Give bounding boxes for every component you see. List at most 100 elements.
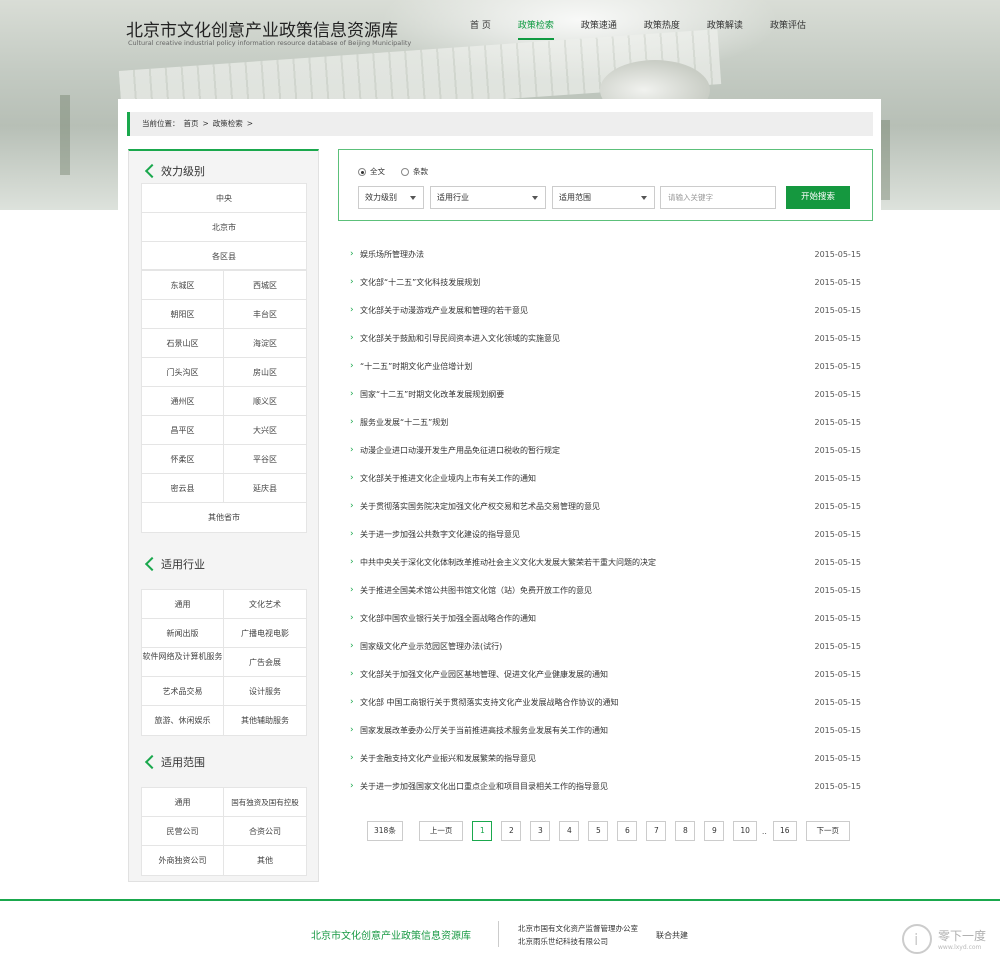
keyword-input[interactable]: 请输入关键字 bbox=[660, 186, 776, 209]
list-item[interactable]: › 文化部 中国工商银行关于贯彻落实支持文化产业发展战略合作协议的通知 2015-0… bbox=[350, 688, 861, 716]
district-item[interactable]: 丰台区 bbox=[224, 300, 306, 329]
site-title[interactable]: 北京市文化创意产业政策信息资源库 bbox=[126, 16, 398, 41]
district-item[interactable]: 海淀区 bbox=[224, 329, 306, 358]
article-title[interactable]: 文化部关于推进文化企业境内上市有关工作的通知 bbox=[360, 473, 801, 484]
list-item[interactable]: › 国家级文化产业示范园区管理办法(试行) 2015-05-15 bbox=[350, 632, 861, 660]
next-page-button[interactable]: 下一页 bbox=[805, 821, 851, 841]
page-button[interactable]: 3 bbox=[530, 821, 551, 841]
list-item[interactable]: › 国家发展改革委办公厅关于当前推进高技术服务业发展有关工作的通知 2015-05-… bbox=[350, 716, 861, 744]
article-title[interactable]: 中共中央关于深化文化体制改革推动社会主义文化大发展大繁荣若干重大问题的决定 bbox=[360, 557, 801, 568]
breadcrumb-current[interactable]: 政策检索 bbox=[213, 119, 243, 128]
prev-page-button[interactable]: 上一页 bbox=[418, 821, 464, 841]
district-item[interactable]: 密云县 bbox=[142, 474, 224, 503]
level-beijing[interactable]: 北京市 bbox=[142, 213, 306, 242]
page-button[interactable]: 2 bbox=[501, 821, 522, 841]
article-title[interactable]: 关于推进全国美术馆公共图书馆文化馆（站）免费开放工作的意见 bbox=[360, 585, 801, 596]
industry-item[interactable]: 旅游、休闲娱乐 bbox=[142, 706, 224, 735]
article-title[interactable]: 文化部 中国工商银行关于贯彻落实支持文化产业发展战略合作协议的通知 bbox=[360, 697, 801, 708]
search-button[interactable]: 开始搜索 bbox=[786, 186, 850, 209]
nav-policy-heat[interactable]: 政策热度 bbox=[644, 18, 680, 40]
industry-item[interactable]: 设计服务 bbox=[224, 677, 306, 706]
select-industry[interactable]: 适用行业 bbox=[430, 186, 546, 209]
industry-item[interactable]: 文化艺术 bbox=[224, 590, 306, 619]
list-item[interactable]: › 文化部“十二五”文化科技发展规划 2015-05-15 bbox=[350, 268, 861, 296]
list-item[interactable]: › 关于进一步加强国家文化出口重点企业和项目目录相关工作的指导意见 2015-05-… bbox=[350, 772, 861, 800]
article-title[interactable]: 文化部中国农业银行关于加强全面战略合作的通知 bbox=[360, 613, 801, 624]
list-item[interactable]: › 文化部关于推进文化企业境内上市有关工作的通知 2015-05-15 bbox=[350, 464, 861, 492]
district-item[interactable]: 怀柔区 bbox=[142, 445, 224, 474]
list-item[interactable]: › 动漫企业进口动漫开发生产用品免征进口税收的暂行规定 2015-05-15 bbox=[350, 436, 861, 464]
list-item[interactable]: › 关于推进全国美术馆公共图书馆文化馆（站）免费开放工作的意见 2015-05-15 bbox=[350, 576, 861, 604]
article-title[interactable]: 关于贯彻落实国务院决定加强文化产权交易和艺术品交易管理的意见 bbox=[360, 501, 801, 512]
list-item[interactable]: › 文化部中国农业银行关于加强全面战略合作的通知 2015-05-15 bbox=[350, 604, 861, 632]
list-item[interactable]: › 关于金融支持文化产业振兴和发展繁荣的指导意见 2015-05-15 bbox=[350, 744, 861, 772]
select-scope[interactable]: 适用范围 bbox=[552, 186, 655, 209]
industry-item[interactable]: 艺术品交易 bbox=[142, 677, 224, 706]
list-item[interactable]: › 服务业发展“十二五”规划 2015-05-15 bbox=[350, 408, 861, 436]
nav-policy-express[interactable]: 政策速通 bbox=[581, 18, 617, 40]
article-title[interactable]: 国家发展改革委办公厅关于当前推进高技术服务业发展有关工作的通知 bbox=[360, 725, 801, 736]
list-item[interactable]: › 关于贯彻落实国务院决定加强文化产权交易和艺术品交易管理的意见 2015-05-1… bbox=[350, 492, 861, 520]
level-districts[interactable]: 各区县 bbox=[142, 242, 306, 271]
article-title[interactable]: 国家“十二五”时期文化改革发展规划纲要 bbox=[360, 389, 801, 400]
district-item[interactable]: 房山区 bbox=[224, 358, 306, 387]
list-item[interactable]: › 娱乐场所管理办法 2015-05-15 bbox=[350, 240, 861, 268]
article-title[interactable]: 动漫企业进口动漫开发生产用品免征进口税收的暂行规定 bbox=[360, 445, 801, 456]
article-title[interactable]: 文化部关于鼓励和引导民间资本进入文化领域的实施意见 bbox=[360, 333, 801, 344]
article-title[interactable]: 关于金融支持文化产业振兴和发展繁荣的指导意见 bbox=[360, 753, 801, 764]
article-title[interactable]: 关于进一步加强公共数字文化建设的指导意见 bbox=[360, 529, 801, 540]
district-item[interactable]: 东城区 bbox=[142, 271, 224, 300]
industry-item[interactable]: 广播电视电影 bbox=[224, 619, 306, 648]
industry-item[interactable]: 广告会展 bbox=[224, 648, 306, 677]
district-item[interactable]: 延庆县 bbox=[224, 474, 306, 503]
district-item[interactable]: 朝阳区 bbox=[142, 300, 224, 329]
article-title[interactable]: 文化部“十二五”文化科技发展规划 bbox=[360, 277, 801, 288]
page-button[interactable]: 4 bbox=[559, 821, 580, 841]
article-title[interactable]: 国家级文化产业示范园区管理办法(试行) bbox=[360, 641, 801, 652]
breadcrumb-home[interactable]: 首页 bbox=[184, 119, 199, 128]
scope-item[interactable]: 国有独资及国有控股 bbox=[224, 788, 306, 817]
page-button[interactable]: 7 bbox=[646, 821, 667, 841]
level-other-provinces[interactable]: 其他省市 bbox=[142, 503, 306, 532]
page-button[interactable]: 9 bbox=[704, 821, 725, 841]
nav-policy-search[interactable]: 政策检索 bbox=[517, 18, 554, 40]
nav-home[interactable]: 首 页 bbox=[470, 18, 491, 40]
district-item[interactable]: 石景山区 bbox=[142, 329, 224, 358]
district-item[interactable]: 顺义区 bbox=[224, 387, 306, 416]
list-item[interactable]: › 中共中央关于深化文化体制改革推动社会主义文化大发展大繁荣若干重大问题的决定 20… bbox=[350, 548, 861, 576]
select-level[interactable]: 效力级别 bbox=[358, 186, 424, 209]
scope-item[interactable]: 合资公司 bbox=[224, 817, 306, 846]
article-title[interactable]: 文化部关于动漫游戏产业发展和管理的若干意见 bbox=[360, 305, 801, 316]
page-button[interactable]: 10 bbox=[733, 821, 757, 841]
list-item[interactable]: › 国家“十二五”时期文化改革发展规划纲要 2015-05-15 bbox=[350, 380, 861, 408]
district-item[interactable]: 平谷区 bbox=[224, 445, 306, 474]
industry-item[interactable]: 新闻出版 bbox=[142, 619, 224, 648]
nav-policy-evaluation[interactable]: 政策评估 bbox=[770, 18, 806, 40]
scope-item[interactable]: 其他 bbox=[224, 846, 306, 875]
list-item[interactable]: › 文化部关于加强文化产业园区基地管理、促进文化产业健康发展的通知 2015-05-… bbox=[350, 660, 861, 688]
scope-item[interactable]: 外商独资公司 bbox=[142, 846, 224, 875]
scope-item[interactable]: 通用 bbox=[142, 788, 224, 817]
list-item[interactable]: › “十二五”时期文化产业倍增计划 2015-05-15 bbox=[350, 352, 861, 380]
article-title[interactable]: 关于进一步加强国家文化出口重点企业和项目目录相关工作的指导意见 bbox=[360, 781, 801, 792]
article-title[interactable]: “十二五”时期文化产业倍增计划 bbox=[360, 361, 801, 372]
district-item[interactable]: 昌平区 bbox=[142, 416, 224, 445]
district-item[interactable]: 门头沟区 bbox=[142, 358, 224, 387]
level-central[interactable]: 中央 bbox=[142, 184, 306, 213]
industry-item[interactable]: 通用 bbox=[142, 590, 224, 619]
radio-full-text[interactable]: 全文 bbox=[358, 166, 385, 177]
page-button-last[interactable]: 16 bbox=[772, 821, 797, 841]
industry-item[interactable]: 其他辅助服务 bbox=[224, 706, 306, 735]
radio-article[interactable]: 条款 bbox=[401, 166, 428, 177]
page-button-current[interactable]: 1 bbox=[472, 821, 493, 841]
page-button[interactable]: 5 bbox=[588, 821, 609, 841]
district-item[interactable]: 通州区 bbox=[142, 387, 224, 416]
list-item[interactable]: › 关于进一步加强公共数字文化建设的指导意见 2015-05-15 bbox=[350, 520, 861, 548]
article-title[interactable]: 文化部关于加强文化产业园区基地管理、促进文化产业健康发展的通知 bbox=[360, 669, 801, 680]
scope-item[interactable]: 民营公司 bbox=[142, 817, 224, 846]
industry-item[interactable]: 软件网络及计算机服务 bbox=[142, 648, 224, 677]
district-item[interactable]: 西城区 bbox=[224, 271, 306, 300]
page-button[interactable]: 8 bbox=[675, 821, 696, 841]
district-item[interactable]: 大兴区 bbox=[224, 416, 306, 445]
list-item[interactable]: › 文化部关于鼓励和引导民间资本进入文化领域的实施意见 2015-05-15 bbox=[350, 324, 861, 352]
